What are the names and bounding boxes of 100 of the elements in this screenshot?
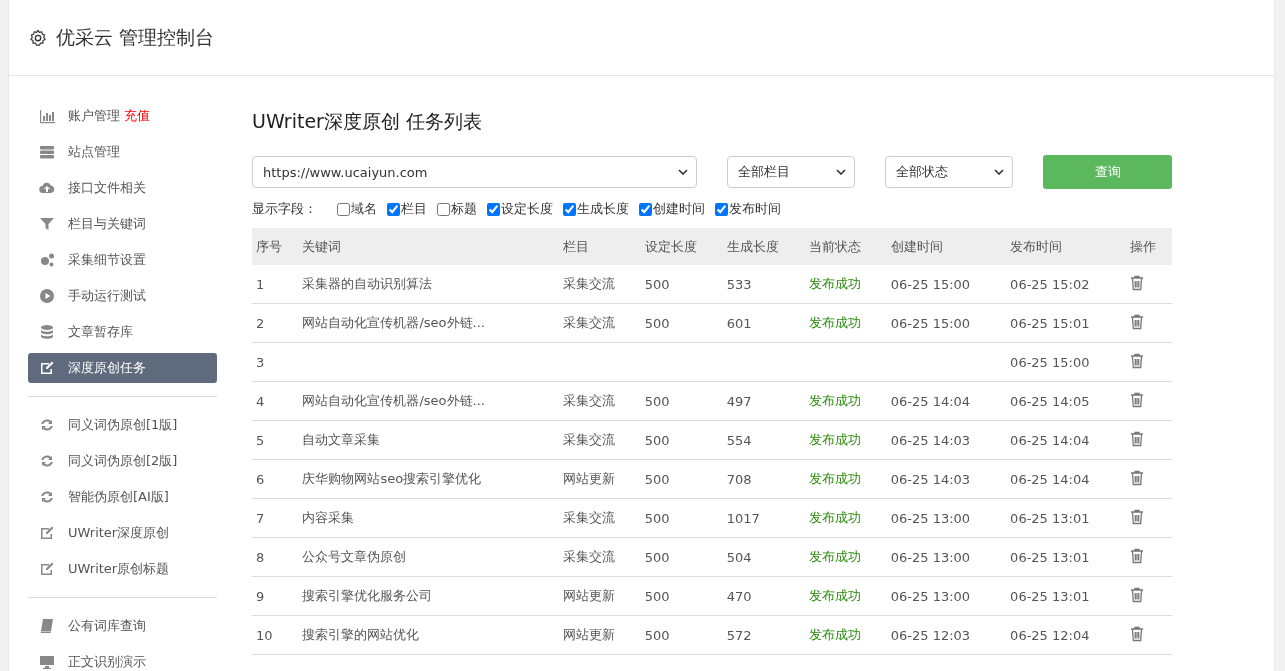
- delete-icon[interactable]: [1129, 547, 1144, 564]
- status-cell: 发布成功: [808, 471, 861, 486]
- column-header: 生成长度: [726, 238, 779, 254]
- column-header: 序号: [256, 238, 282, 254]
- set-length-cell: 500: [644, 315, 670, 331]
- delete-icon[interactable]: [1129, 391, 1144, 408]
- console-title: 优采云 管理控制台: [56, 24, 215, 50]
- published-time-cell: 06-25 13:01: [1010, 510, 1090, 526]
- field-checkbox-label[interactable]: 发布时间: [729, 200, 781, 218]
- row-number: 2: [256, 315, 265, 331]
- field-checkbox-label[interactable]: 创建时间: [653, 200, 705, 218]
- column-header: 操作: [1129, 238, 1156, 254]
- status-cell: 发布成功: [808, 315, 861, 330]
- bar-chart-icon: [39, 108, 55, 124]
- field-checkbox[interactable]: [437, 202, 450, 216]
- set-length-cell: 500: [644, 393, 670, 409]
- generated-length-cell: 572: [726, 627, 752, 643]
- generated-length-cell: 1017: [726, 510, 760, 526]
- field-checkbox-label[interactable]: 域名: [351, 200, 377, 218]
- sidebar-item[interactable]: 站点管理: [28, 137, 217, 167]
- row-number: 7: [256, 510, 265, 526]
- column-header: 栏目: [562, 238, 589, 254]
- created-time-cell: 06-25 12:03: [890, 627, 971, 643]
- server-icon: [39, 144, 55, 160]
- sidebar-item[interactable]: 公有词库查询: [28, 611, 217, 641]
- published-time-cell: 06-25 12:04: [1010, 627, 1090, 643]
- published-time-cell: 06-25 15:00: [1010, 354, 1090, 370]
- published-time-cell: 06-25 15:02: [1010, 276, 1090, 292]
- refresh-icon: [39, 489, 55, 505]
- delete-icon[interactable]: [1129, 274, 1144, 291]
- keyword-cell: 采集器的自动识别算法: [302, 276, 433, 291]
- refresh-icon: [39, 417, 55, 433]
- sidebar-item[interactable]: 深度原创任务: [28, 353, 217, 383]
- filter-icon: [39, 216, 55, 232]
- recharge-link[interactable]: 充值: [124, 107, 150, 125]
- status-cell: 发布成功: [808, 393, 861, 408]
- sidebar-item[interactable]: 接口文件相关: [28, 173, 217, 203]
- column-cell: 采集交流: [562, 549, 615, 564]
- set-length-cell: 500: [644, 276, 670, 292]
- column-header: 发布时间: [1010, 238, 1063, 254]
- published-time-cell: 06-25 13:01: [1010, 588, 1090, 604]
- field-checkbox[interactable]: [563, 202, 576, 216]
- delete-icon[interactable]: [1129, 625, 1144, 642]
- delete-icon[interactable]: [1129, 508, 1144, 525]
- set-length-cell: 500: [644, 471, 670, 487]
- field-checkbox-label[interactable]: 栏目: [401, 200, 427, 218]
- delete-icon[interactable]: [1129, 313, 1144, 330]
- generated-length-cell: 708: [726, 471, 752, 487]
- column-cell: 采集交流: [562, 393, 615, 408]
- keyword-cell: 网站自动化宣传机器/seo外链...: [302, 315, 485, 330]
- created-time-cell: 06-25 15:00: [890, 276, 971, 292]
- status-cell: 发布成功: [808, 432, 861, 447]
- delete-icon[interactable]: [1129, 469, 1144, 486]
- sidebar-item[interactable]: 同义词伪原创[2版]: [28, 446, 217, 476]
- cloud-upload-icon: [39, 180, 55, 196]
- sidebar-item[interactable]: UWriter深度原创: [28, 518, 217, 548]
- generated-length-cell: 497: [726, 393, 752, 409]
- published-time-cell: 06-25 13:01: [1010, 549, 1090, 565]
- field-checkbox[interactable]: [715, 202, 728, 216]
- keyword-cell: 搜索引擎优化服务公司: [302, 588, 433, 603]
- sidebar-item[interactable]: 采集细节设置: [28, 245, 217, 275]
- field-checkbox[interactable]: [487, 202, 500, 216]
- sidebar-item[interactable]: 文章暂存库: [28, 317, 217, 347]
- field-checkbox[interactable]: [387, 202, 400, 216]
- field-checkbox[interactable]: [337, 202, 350, 216]
- row-number: 4: [256, 393, 265, 409]
- row-number: 9: [256, 588, 265, 604]
- sidebar-item[interactable]: 正文识别演示: [28, 647, 217, 671]
- generated-length-cell: 554: [726, 432, 752, 448]
- sidebar-item[interactable]: 智能伪原创[AI版]: [28, 482, 217, 512]
- sidebar-item[interactable]: 手动运行测试: [28, 281, 217, 311]
- status-select[interactable]: 全部状态: [885, 156, 1013, 188]
- field-checkbox-label[interactable]: 设定长度: [501, 200, 553, 218]
- published-time-cell: 06-25 15:01: [1010, 315, 1090, 331]
- sidebar-item[interactable]: UWriter原创标题: [28, 554, 217, 584]
- status-cell: 发布成功: [808, 276, 861, 291]
- field-checkbox-label[interactable]: 生成长度: [577, 200, 629, 218]
- site-select[interactable]: https://www.ucaiyun.com: [252, 156, 697, 188]
- refresh-icon: [39, 453, 55, 469]
- field-checkbox-label[interactable]: 标题: [451, 200, 477, 218]
- monitor-icon: [39, 654, 55, 670]
- published-time-cell: 06-25 14:05: [1010, 393, 1090, 409]
- field-checkbox[interactable]: [639, 202, 652, 216]
- column-select[interactable]: 全部栏目: [727, 156, 855, 188]
- delete-icon[interactable]: [1129, 586, 1144, 603]
- status-cell: 发布成功: [808, 510, 861, 525]
- row-number: 10: [256, 627, 273, 643]
- delete-icon[interactable]: [1129, 352, 1144, 369]
- column-header: 当前状态: [808, 238, 861, 254]
- keyword-cell: 庆华购物网站seo搜索引擎优化: [302, 471, 482, 486]
- sidebar-item[interactable]: 账户管理 充值: [28, 101, 217, 131]
- sidebar-item[interactable]: 同义词伪原创[1版]: [28, 410, 217, 440]
- sidebar-item[interactable]: 栏目与关键词: [28, 209, 217, 239]
- generated-length-cell: 601: [726, 315, 752, 331]
- row-number: 1: [256, 276, 265, 292]
- keyword-cell: 内容采集: [302, 510, 355, 525]
- delete-icon[interactable]: [1129, 430, 1144, 447]
- column-cell: 采集交流: [562, 432, 615, 447]
- row-number: 6: [256, 471, 265, 487]
- edit-icon: [39, 525, 55, 541]
